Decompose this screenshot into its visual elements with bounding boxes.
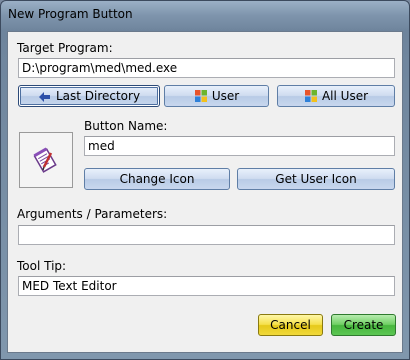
dialog-window: New Program Button Target Program: Last … [0, 0, 410, 360]
windows-logo-icon [304, 90, 317, 102]
arguments-label: Arguments / Parameters: [17, 207, 168, 221]
arguments-input[interactable] [18, 225, 395, 245]
all-user-button[interactable]: All User [277, 85, 395, 107]
get-user-icon-label: Get User Icon [275, 172, 357, 186]
tooltip-input[interactable] [18, 276, 395, 296]
title-bar[interactable]: New Program Button [1, 1, 409, 31]
program-icon-preview [19, 132, 73, 188]
windows-logo-icon [194, 90, 207, 102]
dialog-body: Target Program: Last Directory User [7, 31, 403, 353]
create-button[interactable]: Create [331, 314, 396, 336]
create-label: Create [343, 318, 384, 332]
target-program-label: Target Program: [17, 41, 113, 55]
notepad-edit-icon [33, 147, 57, 173]
change-icon-button[interactable]: Change Icon [84, 168, 230, 190]
target-program-input[interactable] [18, 58, 395, 78]
tooltip-label: Tool Tip: [17, 259, 67, 273]
cancel-label: Cancel [270, 318, 311, 332]
last-directory-button[interactable]: Last Directory [18, 85, 160, 107]
button-name-input[interactable] [84, 136, 395, 156]
all-user-label: All User [321, 89, 369, 103]
folder-arrow-icon [38, 92, 50, 102]
last-directory-label: Last Directory [55, 89, 141, 103]
change-icon-label: Change Icon [119, 172, 195, 186]
button-name-label: Button Name: [84, 119, 168, 133]
user-label: User [211, 89, 240, 103]
window-title: New Program Button [8, 7, 133, 21]
get-user-icon-button[interactable]: Get User Icon [237, 168, 395, 190]
cancel-button[interactable]: Cancel [258, 314, 323, 336]
user-button[interactable]: User [164, 85, 269, 107]
